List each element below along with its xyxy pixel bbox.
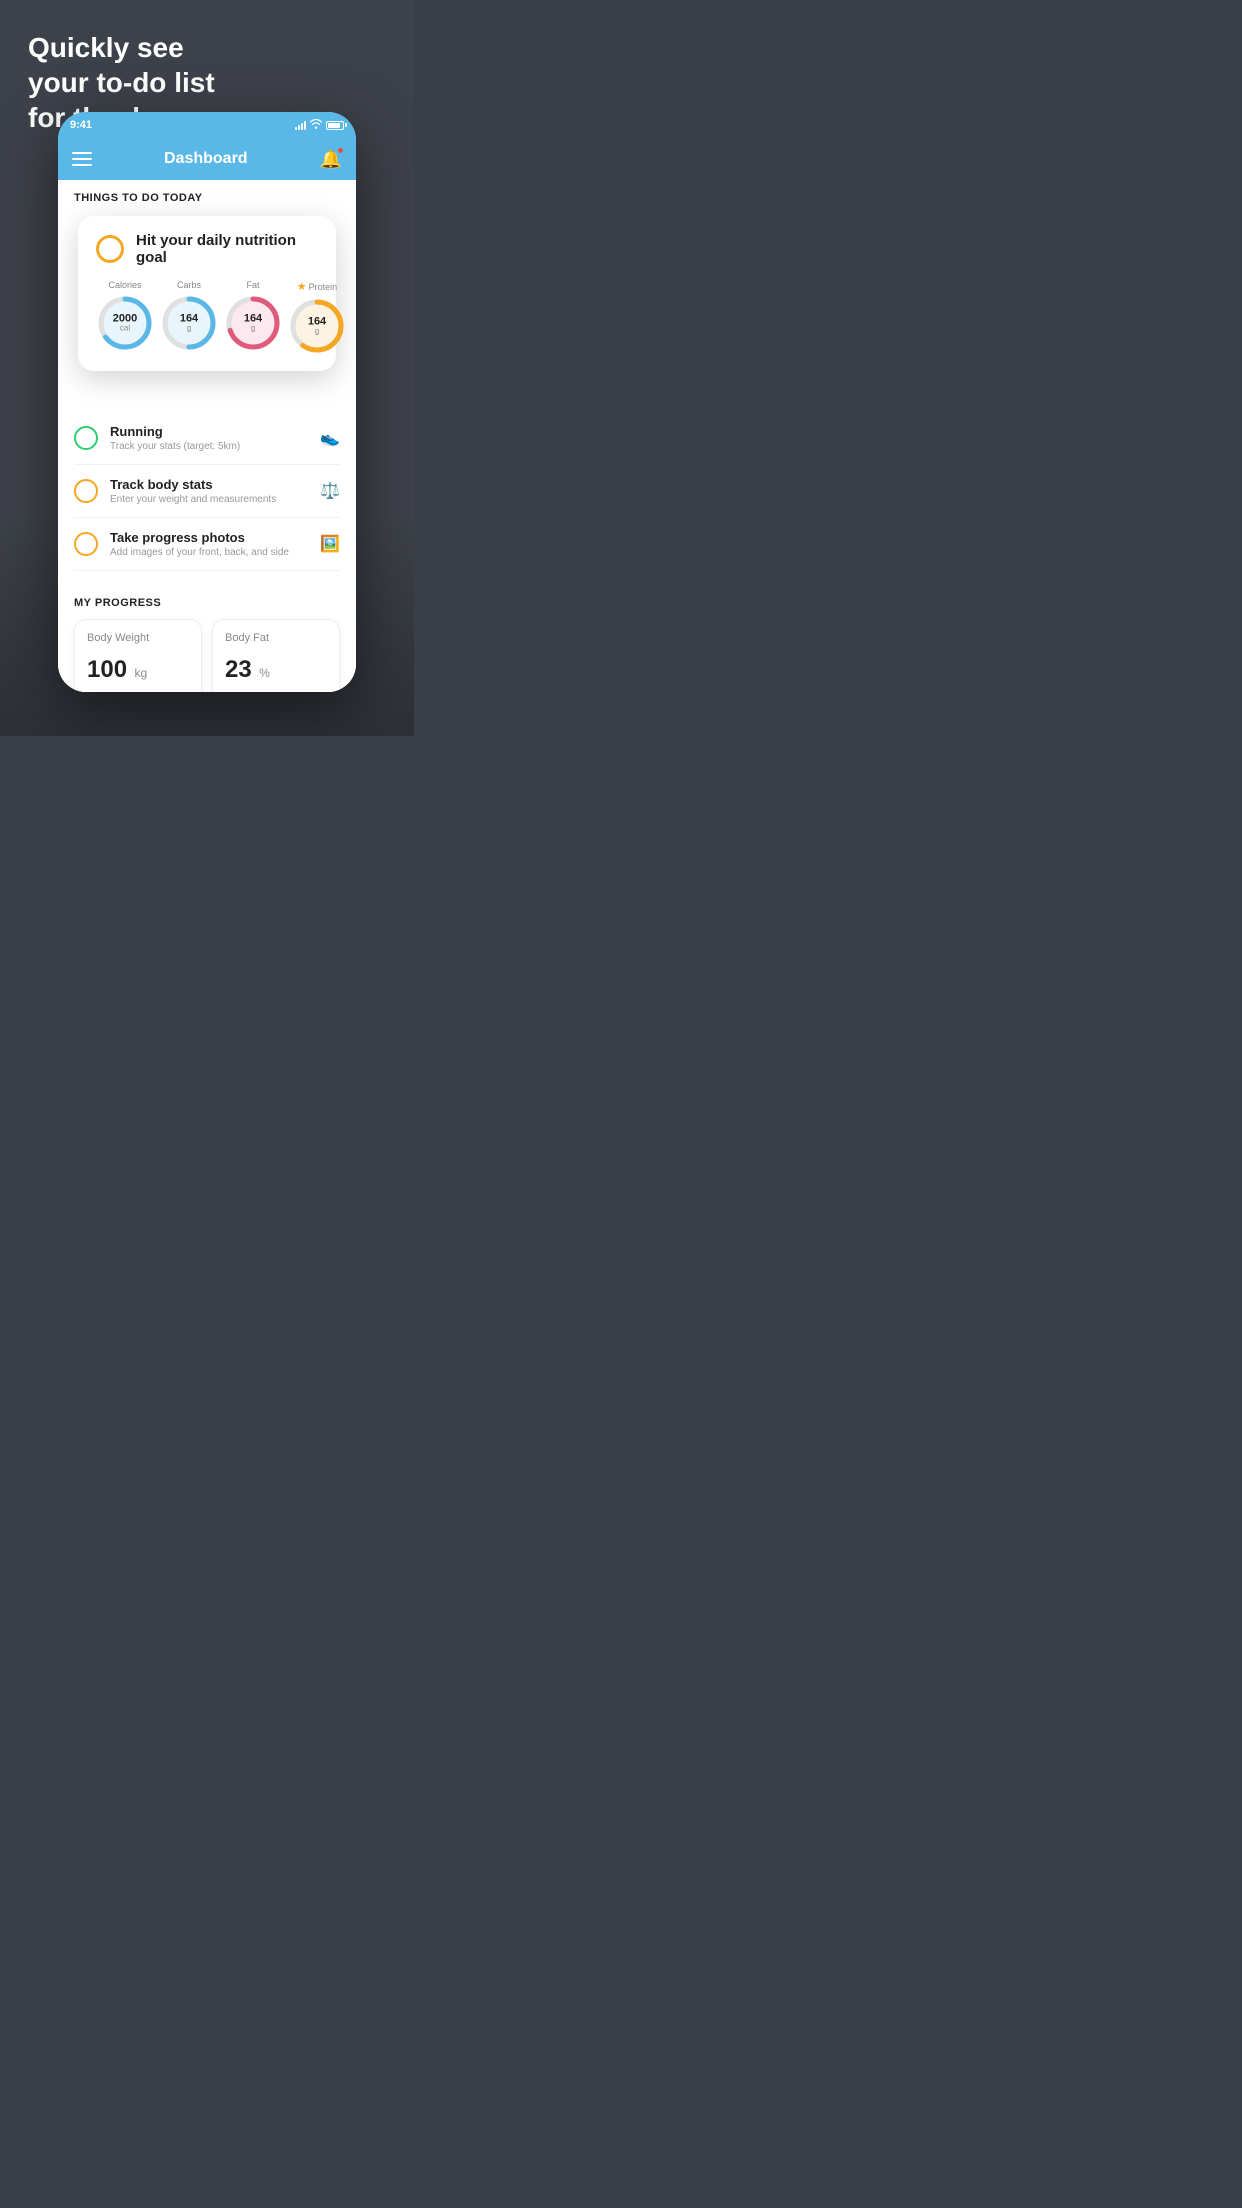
bell-icon[interactable]: 🔔 xyxy=(320,149,342,170)
todo-subtitle: Track your stats (target: 5km) xyxy=(110,441,308,452)
progress-value: 100 xyxy=(87,656,127,683)
todo-item[interactable]: Track body stats Enter your weight and m… xyxy=(74,465,340,518)
star-icon: ★ xyxy=(297,280,307,293)
donut-container: 164 g xyxy=(288,297,346,355)
donut-container: 2000 cal xyxy=(96,294,154,352)
nutrition-card-header: Hit your daily nutrition goal xyxy=(96,232,318,266)
progress-value-row: 100 kg xyxy=(87,656,189,684)
nutrition-item-fat: Fat 164 g xyxy=(224,280,282,355)
nutrition-label: Protein xyxy=(309,282,338,292)
progress-card-title: Body Weight xyxy=(87,632,189,644)
todo-action-icon: 🖼️ xyxy=(320,534,340,554)
status-bar: 9:41 xyxy=(58,112,356,138)
todo-info: Running Track your stats (target: 5km) xyxy=(110,424,308,452)
nutrition-items: Calories 2000 cal Carbs 164 g xyxy=(96,280,318,355)
hero-line1: Quickly see xyxy=(28,30,215,65)
todo-action-icon: 👟 xyxy=(320,428,340,448)
hamburger-menu[interactable] xyxy=(72,152,92,166)
todo-subtitle: Add images of your front, back, and side xyxy=(110,547,308,558)
things-todo-header: THINGS TO DO TODAY xyxy=(58,180,356,212)
nutrition-label: Carbs xyxy=(177,280,201,290)
progress-card[interactable]: Body Fat 23 % xyxy=(212,619,340,692)
signal-icon xyxy=(295,120,306,130)
donut-unit: g xyxy=(308,328,326,337)
todo-item[interactable]: Take progress photos Add images of your … xyxy=(74,518,340,571)
todo-title: Take progress photos xyxy=(110,530,308,545)
todo-action-icon: ⚖️ xyxy=(320,481,340,501)
todo-circle xyxy=(74,532,98,556)
nutrition-check-circle xyxy=(96,235,124,263)
progress-cards: Body Weight 100 kg Body Fat 23 % xyxy=(74,619,340,692)
donut-container: 164 g xyxy=(160,294,218,352)
todo-title: Running xyxy=(110,424,308,439)
page-wrapper: Quickly see your to-do list for the day.… xyxy=(0,0,414,736)
progress-unit: % xyxy=(259,666,270,680)
todo-item[interactable]: Running Track your stats (target: 5km) 👟 xyxy=(74,412,340,465)
progress-value-row: 23 % xyxy=(225,656,327,684)
wifi-icon xyxy=(310,119,322,131)
todo-title: Track body stats xyxy=(110,477,308,492)
progress-card[interactable]: Body Weight 100 kg xyxy=(74,619,202,692)
nutrition-card-title: Hit your daily nutrition goal xyxy=(136,232,318,266)
donut-unit: g xyxy=(244,325,262,334)
progress-section: MY PROGRESS Body Weight 100 kg xyxy=(58,581,356,692)
status-time: 9:41 xyxy=(70,119,92,131)
donut-text: 164 g xyxy=(244,313,262,334)
donut-text: 2000 cal xyxy=(113,313,137,334)
todo-circle xyxy=(74,479,98,503)
donut-text: 164 g xyxy=(180,313,198,334)
donut-unit: g xyxy=(180,325,198,334)
progress-card-title: Body Fat xyxy=(225,632,327,644)
nav-title: Dashboard xyxy=(164,150,248,168)
status-icons xyxy=(295,119,344,131)
progress-value: 23 xyxy=(225,656,252,683)
progress-unit: kg xyxy=(135,666,148,680)
nav-bar: Dashboard 🔔 xyxy=(58,138,356,180)
todo-info: Take progress photos Add images of your … xyxy=(110,530,308,558)
nutrition-item-carbs: Carbs 164 g xyxy=(160,280,218,355)
phone-frame: 9:41 xyxy=(58,112,356,692)
nutrition-item-protein: ★Protein 164 g xyxy=(288,280,346,355)
progress-header: MY PROGRESS xyxy=(74,597,340,609)
nutrition-card: Hit your daily nutrition goal Calories 2… xyxy=(78,216,336,371)
donut-text: 164 g xyxy=(308,316,326,337)
notification-dot xyxy=(337,147,344,154)
donut-container: 164 g xyxy=(224,294,282,352)
battery-icon xyxy=(326,121,344,130)
nutrition-item-calories: Calories 2000 cal xyxy=(96,280,154,355)
nutrition-label-row: ★Protein xyxy=(297,280,337,293)
hero-line2: your to-do list xyxy=(28,65,215,100)
nutrition-label: Fat xyxy=(246,280,259,290)
donut-unit: cal xyxy=(113,325,137,334)
phone-content: THINGS TO DO TODAY Hit your daily nutrit… xyxy=(58,180,356,692)
todo-subtitle: Enter your weight and measurements xyxy=(110,494,308,505)
nutrition-label: Calories xyxy=(108,280,141,290)
todo-list: Running Track your stats (target: 5km) 👟… xyxy=(58,412,356,571)
todo-circle xyxy=(74,426,98,450)
todo-info: Track body stats Enter your weight and m… xyxy=(110,477,308,505)
